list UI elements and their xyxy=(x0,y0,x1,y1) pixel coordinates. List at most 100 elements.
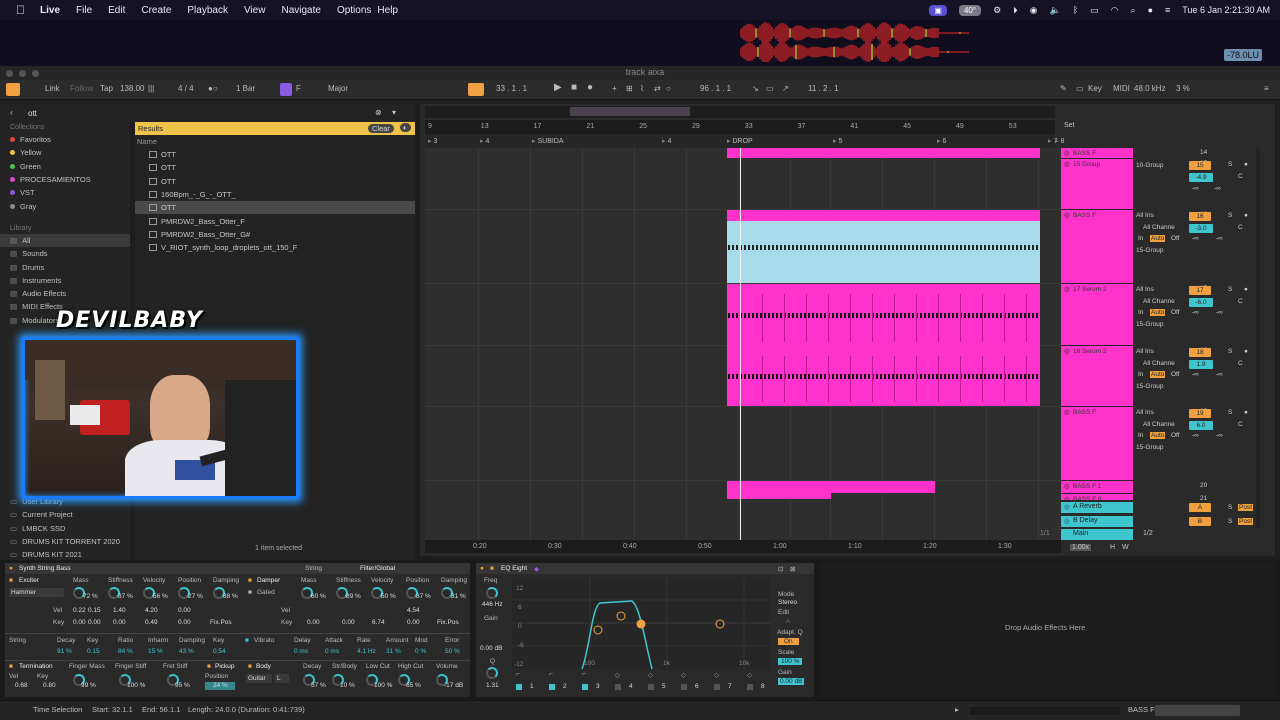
return-track-header[interactable]: ◎ B Delay xyxy=(1061,515,1133,527)
locator-marker[interactable]: ▸ 5 xyxy=(833,137,842,145)
track-header[interactable]: ◎ BASS F 1 xyxy=(1061,481,1133,493)
capture-icon[interactable]: ○ xyxy=(666,84,671,93)
browser-search-input[interactable]: ott xyxy=(28,109,37,118)
eq-power-icon[interactable]: ● xyxy=(480,565,484,572)
monitor-in-button[interactable]: In xyxy=(1138,309,1143,316)
back-icon[interactable]: ‹ xyxy=(10,108,13,117)
damper-key-value[interactable]: 0.00 xyxy=(342,619,355,626)
q-value[interactable]: 1.31 xyxy=(486,682,499,689)
body-param-value[interactable]: 65 % xyxy=(406,682,421,689)
collection-item[interactable]: Green xyxy=(0,160,130,173)
session-record-icon[interactable]: ⊞ xyxy=(626,84,633,93)
place-item[interactable]: ▭ DRUMS KIT TORRENT 2020 xyxy=(0,535,130,548)
input-channel-select[interactable]: All Channe xyxy=(1143,224,1175,231)
width-toggle[interactable]: W xyxy=(1122,544,1129,551)
arm-icon[interactable]: ● xyxy=(1244,348,1248,355)
menu-options[interactable]: Options xyxy=(337,5,371,16)
metronome-toggle-icon[interactable]: ●○ xyxy=(208,84,218,93)
eq-band-filter-type-icon[interactable]: ◇ xyxy=(615,671,620,679)
track-header[interactable]: ◎ 18 Serum 2 xyxy=(1061,346,1133,406)
library-item[interactable]: ▤ Instruments xyxy=(0,274,130,287)
return-post-button[interactable]: Post xyxy=(1238,517,1254,525)
input-type-select[interactable]: All Ins xyxy=(1136,409,1154,416)
scale-value[interactable]: 100 % xyxy=(778,658,803,665)
menu-live[interactable]: Live xyxy=(40,5,60,16)
apple-icon[interactable]:  xyxy=(16,3,30,17)
play-icon[interactable]: ⏵ xyxy=(1013,5,1018,16)
adapt-q-toggle[interactable]: On xyxy=(778,638,799,645)
clip-bass-f-midi[interactable] xyxy=(727,221,1040,283)
fixpos-button[interactable]: Fix.Pos xyxy=(437,619,459,626)
exciter-vel-value[interactable]: 0.00 xyxy=(178,607,191,614)
place-item[interactable]: ▭ LMBCK SSD xyxy=(0,522,130,535)
eq-band-toggle[interactable] xyxy=(681,684,687,690)
battery-icon[interactable]: ▭ xyxy=(1090,5,1099,16)
string-param-value[interactable]: 91 % xyxy=(57,648,72,655)
exciter-fixpos-button[interactable]: Fix.Pos xyxy=(210,619,232,626)
locator-marker[interactable]: ▸ 3 xyxy=(428,137,437,145)
body-param-value[interactable]: 100 % xyxy=(374,682,392,689)
minimize-window-button[interactable] xyxy=(19,70,26,77)
input-type-select[interactable]: All Ins xyxy=(1136,286,1154,293)
place-item[interactable]: ▭ Current Project xyxy=(0,508,130,521)
return-post-button[interactable]: Post xyxy=(1238,504,1254,511)
time-signature-field[interactable]: 4 / 4 xyxy=(178,84,194,93)
key-map-button[interactable]: Key xyxy=(1088,84,1102,93)
damper-vel-value[interactable]: 4.54 xyxy=(407,607,420,614)
exciter-param-value[interactable]: 27 % xyxy=(188,593,203,600)
return-track-header[interactable]: ◎ A Reverb xyxy=(1061,502,1133,513)
track-number[interactable]: 21 xyxy=(1200,495,1207,502)
loop-switch-icon[interactable]: ▭ xyxy=(766,84,774,93)
eq-band-filter-type-icon[interactable]: ⌐ xyxy=(582,671,586,678)
filter-icon[interactable]: ▾ xyxy=(392,108,396,117)
control-center-icon[interactable]: ≡ xyxy=(1165,5,1170,15)
monitor-in-button[interactable]: In xyxy=(1138,371,1143,378)
volume-field[interactable]: -3.0 xyxy=(1189,224,1213,233)
send-b-value[interactable]: -∞ xyxy=(1216,235,1223,242)
body-size-select[interactable]: L xyxy=(275,674,289,683)
track-fold-icon[interactable]: ◎ xyxy=(1064,149,1070,157)
collection-item[interactable]: Gray xyxy=(0,199,130,212)
send-a-value[interactable]: -∞ xyxy=(1192,309,1199,316)
clear-search-icon[interactable]: ⊗ xyxy=(375,108,382,117)
termination-param-value[interactable]: 100 % xyxy=(127,682,145,689)
results-toggle-button[interactable]: ◐ xyxy=(400,123,411,132)
exciter-param-value[interactable]: 37 % xyxy=(118,593,133,600)
main-track-header[interactable]: Main xyxy=(1061,529,1133,540)
termination-param-value[interactable]: 95 % xyxy=(175,682,190,689)
send-a-value[interactable]: -∞ xyxy=(1192,371,1199,378)
track-header[interactable]: ◎ 15 Group xyxy=(1061,159,1133,209)
height-toggle[interactable]: H xyxy=(1110,544,1115,551)
output-select[interactable]: 15-Group xyxy=(1136,383,1163,390)
output-select[interactable]: 15-Group xyxy=(1136,247,1163,254)
damper-key-value[interactable]: 6.74 xyxy=(372,619,385,626)
output-select[interactable]: 15-Group xyxy=(1136,444,1163,451)
freq-knob[interactable] xyxy=(486,587,498,599)
damper-toggle[interactable]: ■ xyxy=(248,577,252,584)
solo-button[interactable]: S xyxy=(1228,286,1232,293)
punch-in-icon[interactable]: ↘ xyxy=(752,84,759,93)
menu-edit[interactable]: Edit xyxy=(108,5,125,16)
body-type-select[interactable]: Guitar xyxy=(246,674,272,683)
record-icon[interactable]: ◉ xyxy=(1030,5,1038,16)
pan-field[interactable]: C xyxy=(1238,173,1243,180)
volume-field[interactable]: 6.0 xyxy=(1189,421,1213,430)
loop-start-field[interactable]: 96 . 1 . 1 xyxy=(700,84,731,93)
exciter-vel-value[interactable]: 1.40 xyxy=(113,607,126,614)
menu-navigate[interactable]: Navigate xyxy=(281,5,320,16)
eq-band-toggle[interactable] xyxy=(714,684,720,690)
clip-bass-f1[interactable] xyxy=(727,481,935,493)
quantize-select[interactable]: 1 Bar xyxy=(236,84,255,93)
play-button[interactable]: ▶ xyxy=(554,82,562,93)
result-row[interactable]: OTT xyxy=(135,201,415,215)
eq-band-toggle[interactable] xyxy=(516,684,522,690)
library-item[interactable]: ▤ Sounds xyxy=(0,247,130,260)
track-header[interactable]: ◎ BASS F 9 xyxy=(1061,494,1133,503)
eq-band-filter-type-icon[interactable]: ⌐ xyxy=(516,671,520,678)
scale-toggle-button[interactable] xyxy=(280,83,292,96)
output-gain-value[interactable]: 0.00 dB xyxy=(778,678,805,685)
send-a-value[interactable]: -∞ xyxy=(1192,432,1199,439)
string-param-value[interactable]: 0.54 xyxy=(213,648,226,655)
clip-bass-f9[interactable] xyxy=(727,493,831,499)
locator-marker[interactable]: ▸ 4 xyxy=(480,137,489,145)
